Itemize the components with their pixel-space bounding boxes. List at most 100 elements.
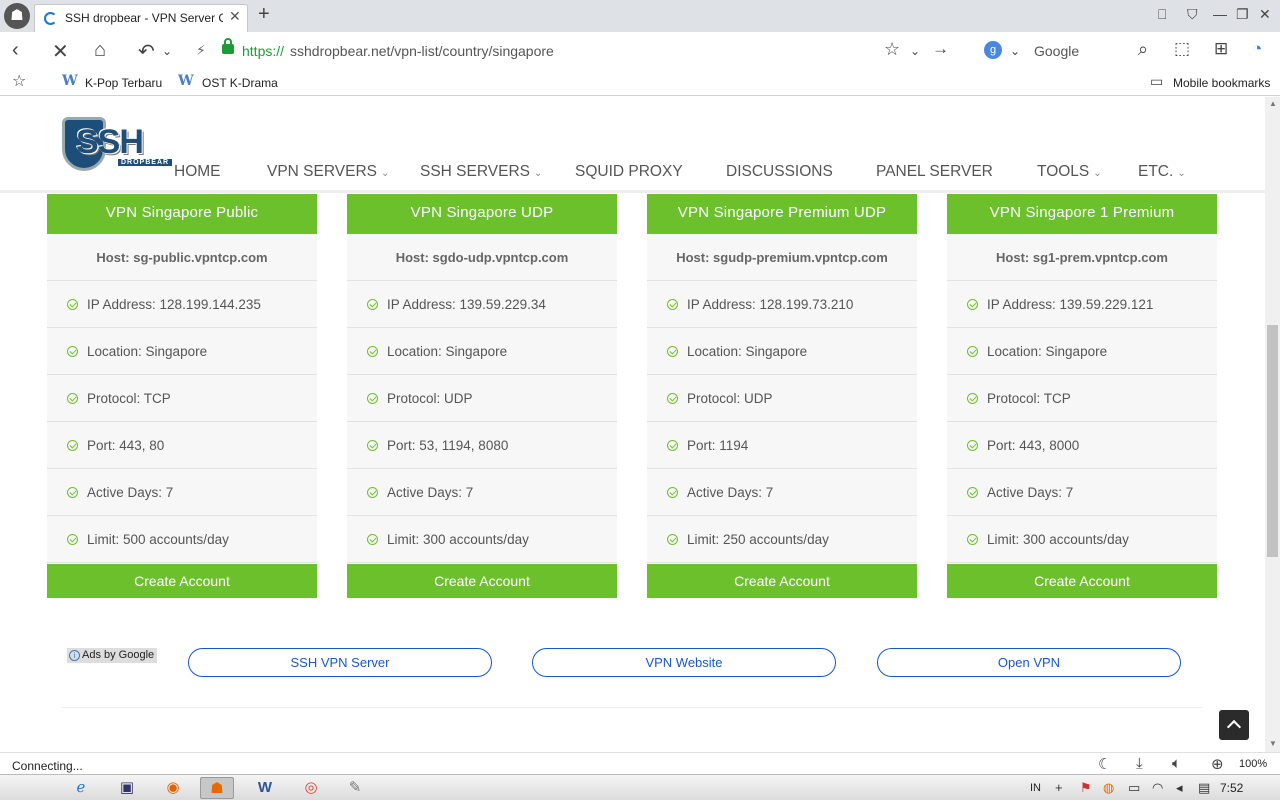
- apple-menu-icon[interactable]: [10, 777, 44, 799]
- volume-icon[interactable]: ◂: [1176, 780, 1183, 796]
- check-circle-icon: [667, 393, 678, 404]
- url-scheme[interactable]: https://: [242, 43, 284, 59]
- ads-by-google-label[interactable]: i Ads by Google: [67, 648, 158, 663]
- night-mode-icon[interactable]: ☾: [1098, 755, 1111, 773]
- server-port: Port: 443, 80: [47, 422, 317, 469]
- download-icon[interactable]: ⤓: [1136, 755, 1143, 772]
- menu-vpn-servers[interactable]: VPN SERVERS ⌄: [267, 163, 389, 181]
- ad-link-vpn-website[interactable]: VPN Website: [532, 648, 836, 677]
- row-text: IP Address: 139.59.229.34: [387, 297, 546, 312]
- check-circle-icon: [367, 440, 378, 451]
- input-language[interactable]: IN: [1030, 782, 1041, 794]
- scroll-up-icon[interactable]: ▲: [1269, 99, 1277, 108]
- search-icon[interactable]: ⌕: [1138, 39, 1148, 60]
- search-engine-icon[interactable]: g: [984, 41, 1002, 59]
- chevron-down-icon: ⌄: [1093, 168, 1102, 179]
- go-arrow-icon[interactable]: →: [932, 39, 949, 59]
- bookmark-kpop[interactable]: K-Pop Terbaru: [85, 76, 162, 90]
- server-ip: IP Address: 128.199.144.235: [47, 281, 317, 328]
- row-text: Location: Singapore: [687, 344, 808, 359]
- chevron-down-icon[interactable]: ⌄: [1010, 44, 1020, 58]
- browser-tab[interactable]: SSH dropbear - VPN Server Co ✕: [34, 4, 248, 32]
- speed-dial-icon[interactable]: ◔: [1252, 39, 1262, 59]
- zoom-icon[interactable]: ⊕: [1211, 755, 1224, 773]
- row-text: Limit: 300 accounts/day: [987, 532, 1129, 547]
- undo-close-icon[interactable]: ↶: [138, 39, 155, 64]
- menu-label: ETC.: [1138, 163, 1174, 180]
- bookmark-ost-kdrama[interactable]: OST K-Drama: [202, 76, 278, 90]
- page-scrollbar[interactable]: ▲ ▼: [1265, 97, 1280, 752]
- bookmark-star-icon[interactable]: ☆: [884, 39, 900, 60]
- menu-tools[interactable]: TOOLS ⌄: [1037, 163, 1102, 181]
- server-host: Host: sgdo-udp.vpntcp.com: [347, 234, 617, 281]
- scroll-down-icon[interactable]: ▼: [1269, 739, 1277, 748]
- row-text: Limit: 500 accounts/day: [87, 532, 229, 547]
- scrollbar-thumb[interactable]: [1267, 325, 1278, 557]
- row-text: Location: Singapore: [987, 344, 1108, 359]
- menu-panel-server[interactable]: PANEL SERVER: [876, 163, 993, 181]
- minimize-icon[interactable]: —: [1213, 6, 1227, 22]
- stop-icon[interactable]: ✕: [52, 39, 69, 64]
- notification-icon[interactable]: ▤: [1198, 780, 1210, 796]
- server-protocol: Protocol: TCP: [47, 375, 317, 422]
- row-text: Port: 443, 8000: [987, 438, 1080, 453]
- home-icon[interactable]: ⌂: [94, 39, 106, 62]
- battery-icon[interactable]: ▭: [1128, 780, 1140, 796]
- chevron-down-icon[interactable]: ⌄: [910, 44, 920, 58]
- search-input[interactable]: Google: [1034, 43, 1079, 59]
- uc-tray-icon[interactable]: ◍: [1103, 780, 1114, 796]
- chevron-down-icon[interactable]: ⌄: [162, 44, 172, 58]
- menu-home[interactable]: HOME: [174, 163, 221, 181]
- back-icon[interactable]: ‹: [12, 39, 19, 62]
- clock[interactable]: 7:52: [1220, 781, 1243, 795]
- menu-ssh-servers[interactable]: SSH SERVERS ⌄: [420, 163, 542, 181]
- menu-etc[interactable]: ETC. ⌄: [1138, 163, 1186, 181]
- wifi-icon[interactable]: ◠: [1152, 780, 1163, 796]
- server-protocol: Protocol: UDP: [647, 375, 917, 422]
- check-circle-icon: [967, 346, 978, 357]
- menu-squid-proxy[interactable]: SQUID PROXY: [575, 163, 683, 181]
- check-circle-icon: [67, 299, 78, 310]
- site-logo[interactable]: SSH DROPBEAR: [60, 117, 184, 173]
- restore-icon[interactable]: ❐: [1236, 6, 1249, 23]
- create-account-button[interactable]: Create Account: [347, 564, 617, 598]
- row-text: Active Days: 7: [87, 485, 174, 500]
- tab-close-icon[interactable]: ✕: [229, 8, 241, 25]
- sound-icon[interactable]: 🔈︎: [1172, 755, 1181, 772]
- row-text: Protocol: TCP: [987, 391, 1071, 406]
- wordpress-icon: W: [178, 73, 194, 89]
- firefox-icon[interactable]: ◉: [156, 777, 190, 799]
- menu-discussions[interactable]: DISCUSSIONS: [726, 163, 833, 181]
- close-window-icon[interactable]: ✕: [1259, 6, 1271, 23]
- create-account-button[interactable]: Create Account: [47, 564, 317, 598]
- show-hidden-icons-icon[interactable]: +: [1055, 780, 1063, 795]
- row-text: Port: 443, 80: [87, 438, 165, 453]
- zoom-level[interactable]: 100%: [1239, 758, 1267, 770]
- chrome-icon[interactable]: ◎: [294, 777, 328, 799]
- screenshot-icon[interactable]: ⬚: [1174, 39, 1190, 59]
- create-account-button[interactable]: Create Account: [947, 564, 1217, 598]
- url-path[interactable]: sshdropbear.net/vpn-list/country/singapo…: [290, 43, 554, 59]
- notepad-icon[interactable]: ✎: [338, 777, 372, 799]
- speed-mode-icon[interactable]: ⚡: [196, 42, 206, 59]
- word-icon[interactable]: W: [248, 777, 282, 799]
- check-circle-icon: [667, 534, 678, 545]
- new-tab-icon[interactable]: +: [258, 3, 270, 26]
- skin-icon[interactable]: ⛉: [1187, 6, 1198, 23]
- create-account-button[interactable]: Create Account: [647, 564, 917, 598]
- server-location: Location: Singapore: [647, 328, 917, 375]
- server-title: VPN Singapore Public: [47, 194, 317, 234]
- uc-browser-logo-icon[interactable]: ☗: [4, 3, 30, 29]
- reading-mode-icon[interactable]: ⎕: [1158, 6, 1166, 23]
- bookmark-star-icon[interactable]: ☆: [12, 71, 26, 91]
- extensions-icon[interactable]: ⊞: [1214, 39, 1228, 59]
- file-manager-icon[interactable]: ▣: [110, 777, 144, 799]
- row-text: Limit: 250 accounts/day: [687, 532, 829, 547]
- mobile-bookmarks[interactable]: Mobile bookmarks: [1173, 76, 1270, 90]
- internet-explorer-icon[interactable]: ℯ: [64, 777, 98, 799]
- uc-browser-taskbar-icon[interactable]: ☗: [200, 777, 234, 799]
- action-center-flag-icon[interactable]: ⚑: [1080, 780, 1092, 796]
- ad-link-open-vpn[interactable]: Open VPN: [877, 648, 1181, 677]
- ad-link-ssh-vpn-server[interactable]: SSH VPN Server: [188, 648, 492, 677]
- scroll-to-top-button[interactable]: [1219, 710, 1249, 740]
